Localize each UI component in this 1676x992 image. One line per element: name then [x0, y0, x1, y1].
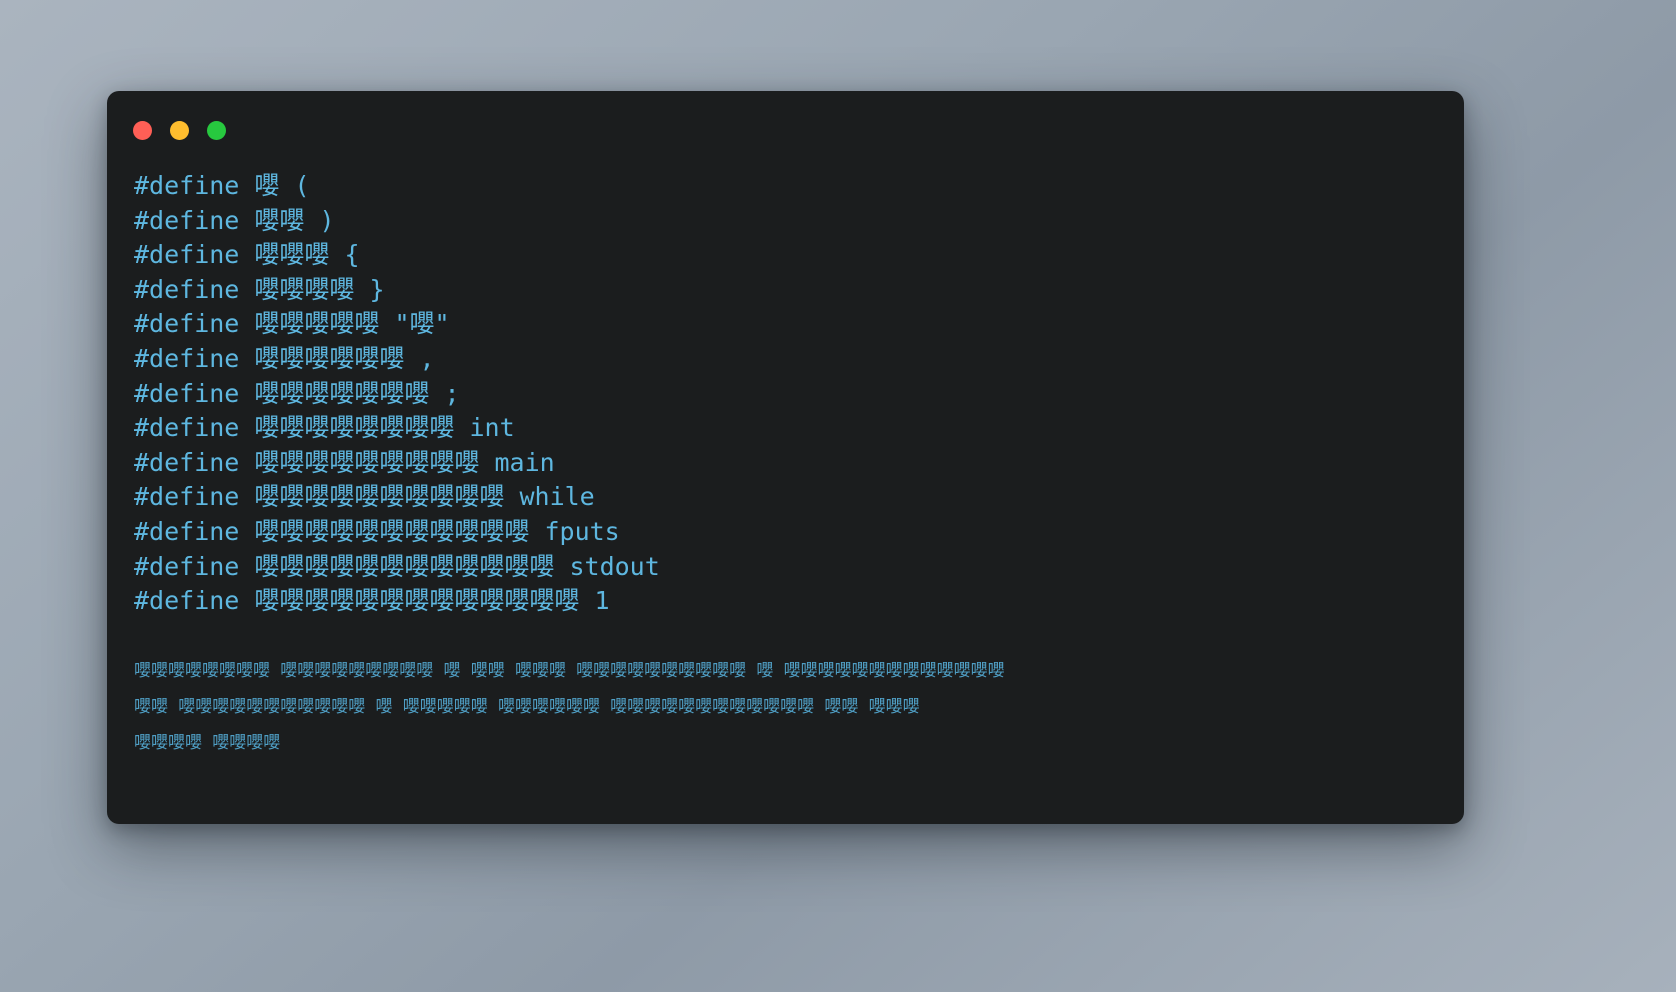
terminal-window[interactable]: #define 嚶 ( #define 嚶嚶 ) #define 嚶嚶嚶 { #…: [107, 91, 1464, 824]
program-body-line: 嚶嚶嚶嚶 嚶嚶嚶嚶: [134, 732, 281, 753]
close-window-button[interactable]: [133, 120, 152, 140]
code-line: #define 嚶嚶嚶嚶嚶嚶嚶嚶嚶嚶嚶嚶嚶 1: [134, 586, 610, 616]
code-line: #define 嚶嚶 ): [134, 205, 335, 235]
code-line: #define 嚶嚶嚶嚶 }: [134, 274, 385, 304]
code-line: #define 嚶嚶嚶嚶嚶 "嚶": [134, 309, 450, 339]
code-line: #define 嚶嚶嚶嚶嚶嚶 ,: [134, 343, 435, 373]
code-line: #define 嚶嚶嚶嚶嚶嚶嚶嚶嚶 main: [134, 447, 555, 477]
program-body-line: 嚶嚶嚶嚶嚶嚶嚶嚶 嚶嚶嚶嚶嚶嚶嚶嚶嚶 嚶 嚶嚶 嚶嚶嚶 嚶嚶嚶嚶嚶嚶嚶嚶嚶嚶 嚶…: [134, 660, 1005, 681]
code-line: #define 嚶嚶嚶嚶嚶嚶嚶嚶嚶嚶 while: [134, 482, 595, 512]
window-titlebar[interactable]: [107, 91, 1464, 169]
program-body-block: 嚶嚶嚶嚶嚶嚶嚶嚶 嚶嚶嚶嚶嚶嚶嚶嚶嚶 嚶 嚶嚶 嚶嚶嚶 嚶嚶嚶嚶嚶嚶嚶嚶嚶嚶 嚶…: [134, 653, 1464, 761]
minimize-window-button[interactable]: [170, 120, 189, 140]
terminal-content[interactable]: #define 嚶 ( #define 嚶嚶 ) #define 嚶嚶嚶 { #…: [107, 169, 1464, 761]
code-line: #define 嚶嚶嚶嚶嚶嚶嚶 ;: [134, 378, 460, 408]
program-body-line: 嚶嚶 嚶嚶嚶嚶嚶嚶嚶嚶嚶嚶嚶 嚶 嚶嚶嚶嚶嚶 嚶嚶嚶嚶嚶嚶 嚶嚶嚶嚶嚶嚶嚶嚶嚶嚶…: [134, 696, 920, 717]
macro-define-block: #define 嚶 ( #define 嚶嚶 ) #define 嚶嚶嚶 { #…: [134, 169, 1464, 619]
code-line: #define 嚶 (: [134, 171, 310, 200]
window-controls: [133, 120, 226, 140]
code-line: #define 嚶嚶嚶嚶嚶嚶嚶嚶 int: [134, 413, 515, 443]
maximize-window-button[interactable]: [207, 120, 226, 140]
code-line: #define 嚶嚶嚶嚶嚶嚶嚶嚶嚶嚶嚶 fputs: [134, 516, 620, 546]
code-line: #define 嚶嚶嚶 {: [134, 240, 360, 270]
code-line: #define 嚶嚶嚶嚶嚶嚶嚶嚶嚶嚶嚶嚶 stdout: [134, 551, 660, 581]
